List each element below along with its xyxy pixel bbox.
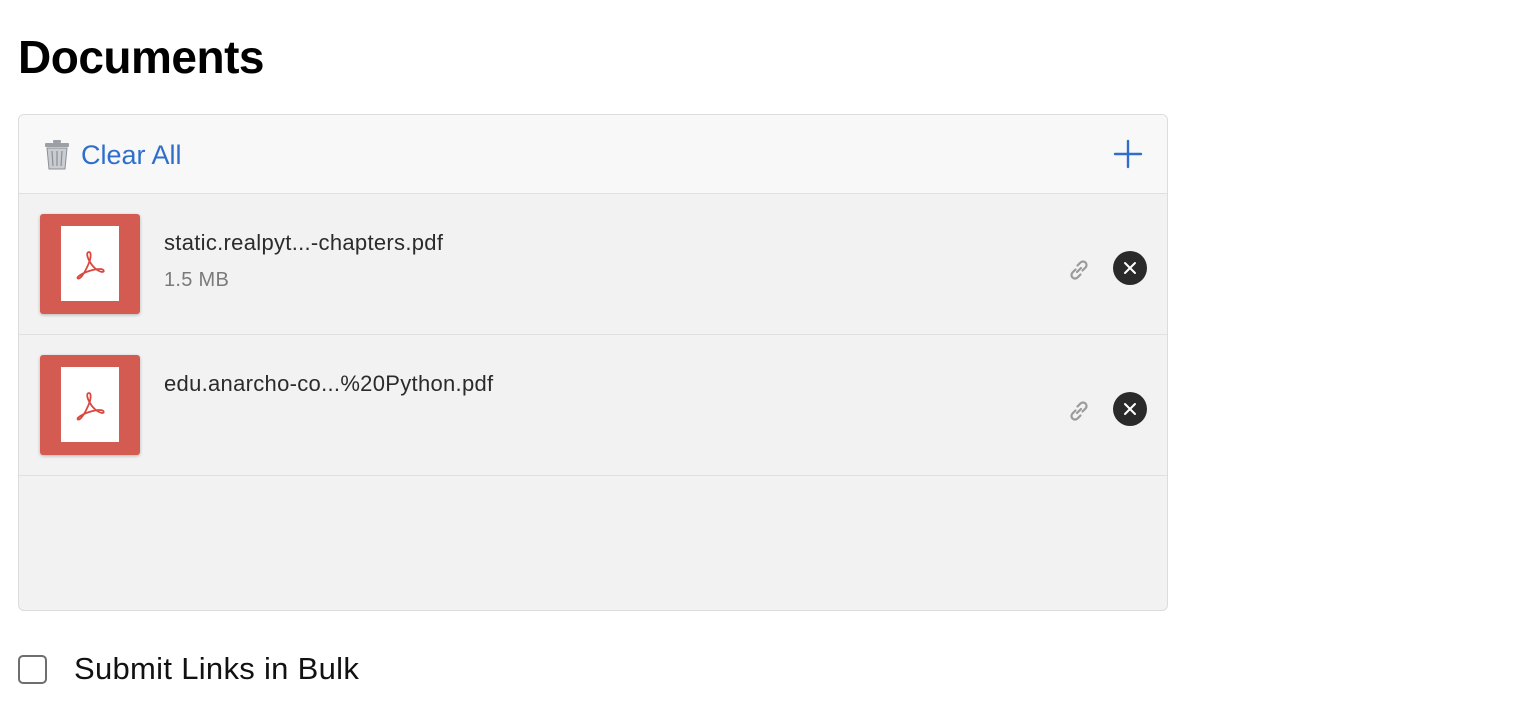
page-title: Documents <box>18 31 264 83</box>
trash-icon <box>43 140 71 170</box>
remove-file-button[interactable] <box>1113 251 1147 285</box>
link-icon[interactable] <box>1066 257 1092 283</box>
pdf-icon <box>61 367 119 442</box>
link-icon[interactable] <box>1066 398 1092 424</box>
documents-page: Documents Clear All static.realpyt...-ch… <box>0 0 1536 716</box>
submit-links-bulk-checkbox[interactable] <box>18 654 47 684</box>
close-icon <box>1124 403 1136 415</box>
documents-toolbar: Clear All <box>19 115 1167 194</box>
clear-all-button[interactable]: Clear All <box>43 139 182 171</box>
submit-links-bulk-label[interactable]: Submit Links in Bulk <box>74 651 359 687</box>
clear-all-label: Clear All <box>81 140 182 170</box>
submit-links-bulk-row[interactable]: Submit Links in Bulk <box>18 651 359 687</box>
add-document-button[interactable] <box>1113 139 1143 169</box>
file-name: edu.anarcho-co...%20Python.pdf <box>164 371 494 396</box>
pdf-thumbnail <box>40 214 140 314</box>
file-size: 1.5 MB <box>164 269 230 291</box>
pdf-thumbnail <box>40 355 140 455</box>
close-icon <box>1124 262 1136 274</box>
file-row: edu.anarcho-co...%20Python.pdf <box>19 335 1167 476</box>
file-name: static.realpyt...-chapters.pdf <box>164 230 444 255</box>
documents-panel: Clear All static.realpyt...-chapters.pdf… <box>18 114 1168 611</box>
file-row: static.realpyt...-chapters.pdf 1.5 MB <box>19 194 1167 335</box>
remove-file-button[interactable] <box>1113 392 1147 426</box>
plus-icon <box>1113 139 1143 169</box>
pdf-icon <box>61 226 119 301</box>
